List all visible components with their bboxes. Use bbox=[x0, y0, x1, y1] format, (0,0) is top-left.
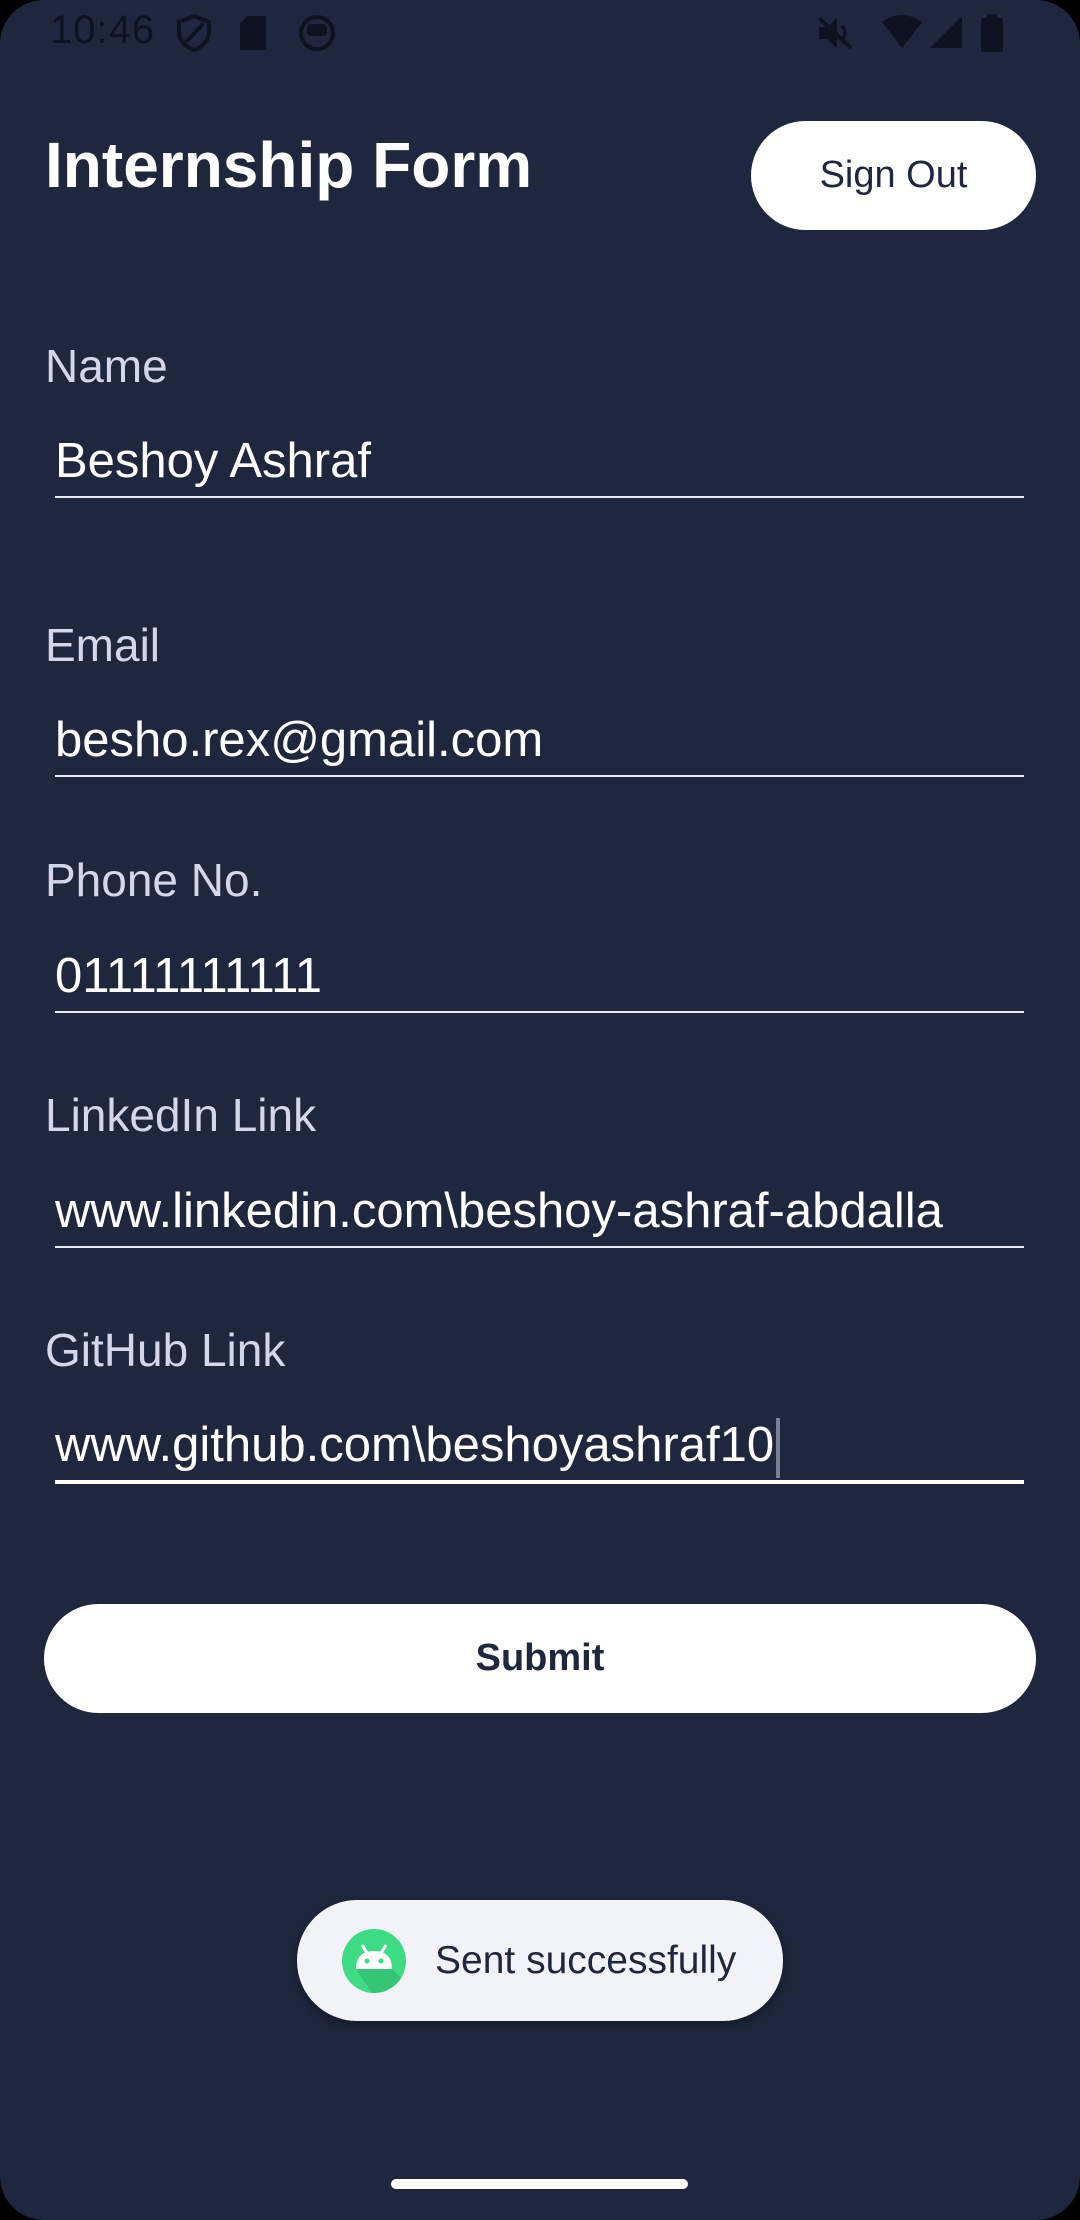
wifi-icon bbox=[882, 15, 922, 48]
phone-field[interactable]: 01111111111 bbox=[55, 941, 1024, 1013]
home-indicator[interactable] bbox=[391, 2179, 688, 2189]
battery-icon bbox=[981, 14, 1003, 52]
face-icon bbox=[299, 15, 335, 51]
phone-label: Phone No. bbox=[45, 854, 263, 906]
shield-icon bbox=[177, 14, 211, 52]
signal-icon bbox=[930, 16, 962, 48]
toast: Sent successfully bbox=[297, 1900, 783, 2021]
mute-icon bbox=[817, 16, 853, 50]
github-label: GitHub Link bbox=[45, 1324, 286, 1376]
linkedin-field[interactable]: www.linkedin.com\beshoy-ashraf-abdalla bbox=[55, 1176, 1024, 1248]
email-label: Email bbox=[45, 619, 161, 671]
linkedin-label: LinkedIn Link bbox=[45, 1089, 317, 1141]
android-icon bbox=[342, 1929, 406, 1993]
page-title: Internship Form bbox=[45, 129, 533, 201]
sd-card-icon bbox=[240, 16, 266, 50]
submit-button[interactable]: Submit bbox=[44, 1604, 1036, 1713]
text-cursor bbox=[776, 1418, 781, 1479]
sign-out-button[interactable]: Sign Out bbox=[751, 121, 1036, 230]
status-bar: 10:46 bbox=[0, 0, 1080, 66]
status-time: 10:46 bbox=[50, 8, 156, 52]
name-label: Name bbox=[45, 340, 168, 392]
email-field[interactable]: besho.rex@gmail.com bbox=[55, 705, 1024, 777]
app-screen: 10:46 Internship Form Sign Out Name Besh… bbox=[0, 0, 1080, 2220]
github-field-value: www.github.com\beshoyashraf10 bbox=[55, 1418, 775, 1472]
github-field[interactable]: www.github.com\beshoyashraf10 bbox=[55, 1410, 1024, 1484]
name-field[interactable]: Beshoy Ashraf bbox=[55, 426, 1024, 498]
toast-message: Sent successfully bbox=[435, 1939, 737, 1982]
